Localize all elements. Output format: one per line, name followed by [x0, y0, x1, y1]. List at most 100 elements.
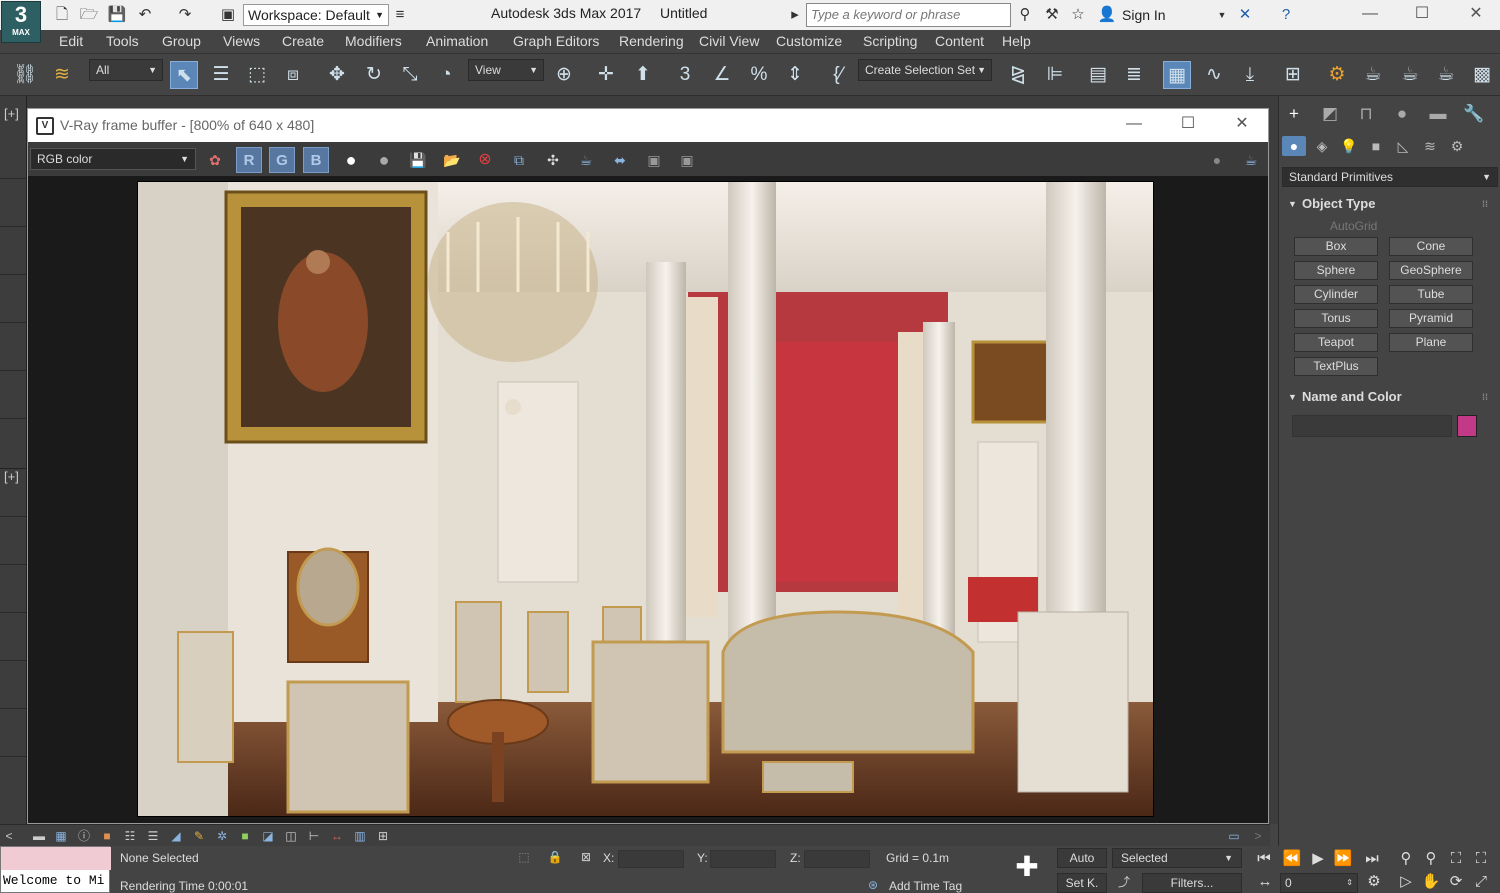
region-render-icon[interactable]: ⬌ [607, 147, 633, 173]
save-image-icon[interactable]: 💾 [405, 147, 431, 173]
window-crossing-icon[interactable]: ⧈ [279, 61, 307, 89]
lights-category-icon[interactable]: 💡 [1337, 136, 1361, 156]
orbit-icon[interactable]: ⟳ [1446, 873, 1466, 891]
space-warps-category-icon[interactable]: ≋ [1418, 136, 1442, 156]
timeline-tool-icon-12[interactable]: ◫ [283, 828, 299, 844]
blue-channel-toggle[interactable]: B [303, 147, 329, 173]
cameras-category-icon[interactable]: ■ [1364, 136, 1388, 156]
material-editor-icon[interactable]: ⊞ [1279, 61, 1307, 89]
timeline-tool-icon-6[interactable]: ☰ [145, 828, 161, 844]
plane-button[interactable]: Plane [1389, 333, 1473, 352]
time-configuration-icon[interactable]: ⚙ [1364, 873, 1384, 891]
key-tangent-icon[interactable]: ⤴ [1116, 874, 1132, 890]
timeline-tool-icon-2[interactable]: ▦ [53, 828, 69, 844]
search-expand-icon[interactable]: ▸ [789, 5, 801, 25]
vfb-minimize-icon[interactable]: — [1109, 109, 1159, 141]
undo-icon[interactable]: ↶ [135, 5, 155, 25]
spinner-snap-icon[interactable]: ⇕ [781, 61, 809, 89]
create-tab-plus-icon[interactable]: + [1280, 102, 1308, 126]
menu-customize[interactable]: Customize [776, 33, 842, 49]
key-mode-toggle-icon[interactable]: ↔ [1255, 873, 1275, 891]
go-to-end-icon[interactable]: ⏭ [1362, 850, 1382, 868]
z-coordinate-field[interactable] [804, 850, 870, 868]
timeline-tool-icon-16[interactable]: ⊞ [375, 828, 391, 844]
selection-lock-icon[interactable]: 🔒 [547, 849, 563, 865]
new-file-icon[interactable]: 🗋 [52, 5, 72, 25]
motion-tab-icon[interactable]: ● [1388, 102, 1416, 126]
timeline-tool-icon-8[interactable]: ✎ [191, 828, 207, 844]
schematic-view-icon[interactable]: ⤓ [1236, 61, 1264, 89]
project-folder-icon[interactable]: ▣ [218, 5, 238, 25]
timeline-tool-icon-3[interactable]: ⓘ [76, 828, 92, 844]
clear-image-icon[interactable]: ⊗ [472, 147, 498, 173]
mono-channel-icon[interactable]: ● [371, 147, 397, 173]
sign-in-dropdown-icon[interactable]: ▼ [1212, 5, 1232, 25]
load-image-icon[interactable]: 📂 [439, 147, 465, 173]
color-mode-icon[interactable]: ✿ [202, 147, 228, 173]
menu-tools[interactable]: Tools [106, 33, 139, 49]
favorites-star-icon[interactable]: ☆ [1068, 5, 1088, 25]
move-icon[interactable]: ✥ [323, 61, 351, 89]
time-tag-icon[interactable]: ⊛ [864, 877, 882, 893]
menu-animation[interactable]: Animation [426, 33, 488, 49]
render-production-icon[interactable]: ☕ [1396, 61, 1424, 89]
go-to-start-icon[interactable]: ⏮ [1254, 850, 1274, 868]
timeline-tool-icon-11[interactable]: ◪ [260, 828, 276, 844]
geosphere-button[interactable]: GeoSphere [1389, 261, 1473, 280]
edit-named-selection-icon[interactable]: {⁄ [824, 61, 852, 89]
track-mouse-icon[interactable]: ✣ [540, 147, 566, 173]
zoom-extents-all-icon[interactable]: ⛶ [1471, 850, 1491, 868]
menu-civil-view[interactable]: Civil View [699, 33, 759, 49]
viewport-label-top[interactable]: [+] [4, 106, 19, 121]
redo-icon[interactable]: ↷ [175, 5, 195, 25]
menu-create[interactable]: Create [282, 33, 324, 49]
timeline-tool-icon-9[interactable]: ✲ [214, 828, 230, 844]
absolute-mode-icon[interactable]: ⊠ [578, 849, 594, 865]
teapot-button[interactable]: Teapot [1294, 333, 1378, 352]
field-of-view-icon[interactable]: ▷ [1396, 873, 1416, 891]
object-name-input[interactable] [1292, 415, 1452, 437]
modify-tab-icon[interactable]: ◩ [1316, 102, 1344, 126]
angle-snap-icon[interactable]: ∠ [708, 61, 736, 89]
render-in-cloud-icon[interactable]: ▩ [1468, 61, 1496, 89]
menu-modifiers[interactable]: Modifiers [345, 33, 402, 49]
alpha-channel-icon[interactable]: ● [338, 147, 364, 173]
layers-icon[interactable]: ≣ [1120, 61, 1148, 89]
percent-snap-icon[interactable]: % [745, 61, 773, 89]
tube-button[interactable]: Tube [1389, 285, 1473, 304]
isolate-selection-icon[interactable]: ⬚ [516, 849, 532, 865]
autogrid-checkbox[interactable]: AutoGrid [1330, 219, 1377, 233]
display-tab-icon[interactable]: ▬ [1424, 102, 1452, 126]
link-to-viewport-icon[interactable]: ▣ [641, 147, 667, 173]
name-and-color-rollout[interactable]: ▼ Name and Color ⁞⁞ [1282, 387, 1496, 407]
keyboard-shortcut-override-icon[interactable]: ⬆ [629, 61, 657, 89]
timeline-tool-icon-15[interactable]: ▥ [352, 828, 368, 844]
timeline-tool-icon-14[interactable]: ↔ [329, 828, 345, 844]
scale-icon[interactable]: ⤡ [396, 61, 424, 89]
current-frame-field[interactable]: 0 ⇕ [1280, 873, 1358, 893]
timeline-tool-icon-1[interactable]: ▬ [31, 828, 47, 844]
systems-category-icon[interactable]: ⚙ [1445, 136, 1469, 156]
close-icon[interactable]: ✕ [1454, 2, 1498, 28]
hierarchy-tab-icon[interactable]: ⊓ [1352, 102, 1380, 126]
stamp-icon[interactable]: ● [1204, 147, 1230, 173]
textplus-button[interactable]: TextPlus [1294, 357, 1378, 376]
save-icon[interactable]: 💾 [107, 5, 127, 25]
help-icon[interactable]: ? [1276, 5, 1296, 25]
bind-space-warp-icon[interactable]: ≋ [48, 61, 76, 89]
next-frame-icon[interactable]: ⏩ [1333, 850, 1353, 868]
previous-frame-icon[interactable]: ⏪ [1282, 850, 1302, 868]
viewport-label-bottom[interactable]: [+] [4, 469, 19, 484]
vfb-title-bar[interactable]: V V-Ray frame buffer - [800% of 640 x 48… [28, 109, 1268, 142]
maxscript-listener[interactable]: Welcome to Mi [0, 846, 111, 893]
auto-key-button[interactable]: Auto [1057, 848, 1107, 868]
render-setup-icon[interactable]: ⚙ [1323, 61, 1351, 89]
minimize-icon[interactable]: — [1348, 2, 1392, 28]
timeline-tool-icon-4[interactable]: ■ [99, 828, 115, 844]
select-by-name-icon[interactable]: ☰ [207, 61, 235, 89]
select-object-icon[interactable]: ⬉ [170, 61, 198, 89]
menu-group[interactable]: Group [162, 33, 201, 49]
green-channel-toggle[interactable]: G [269, 147, 295, 173]
rectangular-selection-icon[interactable]: ⬚ [243, 61, 271, 89]
ribbon-toggle-icon[interactable]: ▦ [1163, 61, 1191, 89]
